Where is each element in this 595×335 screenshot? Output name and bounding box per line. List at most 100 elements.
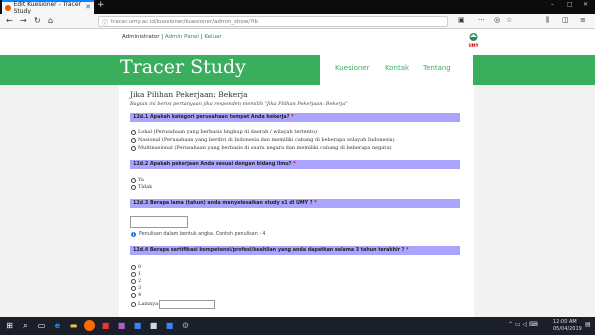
option-label: Nasional (Perusahaan yang berdiri di Ind… xyxy=(138,137,395,143)
site-brand[interactable]: Tracer Study xyxy=(120,56,246,78)
option-4[interactable]: 4 xyxy=(131,292,141,298)
admin-prefix: Administrator | xyxy=(122,34,165,40)
admin-links: Administrator | Admin Panel | Keluar xyxy=(122,34,222,40)
browser-toolbar: ← → ↻ ⌂ ⓘ tracer.umy.ac.id/kuesioner/kue… xyxy=(0,14,595,29)
hint-text: Penulisan dalam bentuk angka. Contoh pen… xyxy=(139,232,266,237)
info-icon: i xyxy=(131,232,136,237)
required-marker: * xyxy=(314,201,317,206)
option-0[interactable]: 0 xyxy=(131,264,141,270)
windows-start-icon[interactable]: ⊞ xyxy=(4,320,15,331)
question-label: 12d.4 Berapa sertifikasi kompetensi/prof… xyxy=(133,248,405,253)
required-marker: * xyxy=(291,115,294,120)
home-icon[interactable]: ⌂ xyxy=(48,16,53,25)
lainnya-input[interactable] xyxy=(159,300,215,309)
option-label: 2 xyxy=(138,278,142,284)
edge-icon[interactable]: e xyxy=(52,320,63,331)
section-description: Bagian ini berisi pertanyaan jika respon… xyxy=(130,101,348,107)
windows-taskbar: ⊞ ⌕ ▭ e ▬ ■ ■ ■ ■ ■ ⚙ ⌃ ▭ ◁ ⌨ 12:00 AM 0… xyxy=(0,317,595,335)
study-duration-input[interactable] xyxy=(130,216,188,228)
option-label: 4 xyxy=(138,292,142,298)
task-view-icon[interactable]: ▭ xyxy=(36,320,47,331)
option-lokal[interactable]: Lokal (Perusahaan yang berbasis lingkup … xyxy=(131,129,317,135)
radio-button[interactable] xyxy=(131,271,136,277)
tab-close-icon[interactable]: ✕ xyxy=(85,3,91,11)
radio-button[interactable] xyxy=(131,278,136,284)
question-label: 12d.1 Apakah kategori perusahaan tempat … xyxy=(133,115,290,120)
option-1[interactable]: 1 xyxy=(131,271,141,277)
minimize-button[interactable]: – xyxy=(551,1,554,8)
new-tab-button[interactable]: + xyxy=(97,0,105,10)
browser-tab-strip: Edit Kuesioner - Tracer Study ✕ + – □ ✕ xyxy=(0,0,595,15)
logout-link[interactable]: Keluar xyxy=(204,34,221,40)
umy-logo: UMY xyxy=(467,32,480,52)
question-label: 12d.2 Apakah pekerjaan Anda sesuai denga… xyxy=(133,162,292,167)
back-arrow-icon[interactable]: ← xyxy=(6,16,13,25)
maximize-button[interactable]: □ xyxy=(567,1,573,8)
option-label: Ya xyxy=(138,177,144,183)
app-icon-purple[interactable]: ■ xyxy=(116,320,127,331)
section-title: Jika Pilihan Pekerjaan: Bekerja xyxy=(130,90,248,99)
question-header-12d1: 12d.1 Apakah kategori perusahaan tempat … xyxy=(130,113,460,122)
menu-kontak[interactable]: Kontak xyxy=(385,64,409,72)
option-3[interactable]: 3 xyxy=(131,285,141,291)
reader-view-icon[interactable]: ▣ xyxy=(458,16,465,24)
option-label: Tidak xyxy=(138,184,153,190)
page-top xyxy=(0,29,595,55)
firefox-taskbar-icon[interactable] xyxy=(84,320,95,331)
option-nasional[interactable]: Nasional (Perusahaan yang berdiri di Ind… xyxy=(131,137,395,143)
option-2[interactable]: 2 xyxy=(131,278,141,284)
menu-kuesioner[interactable]: Kuesioner xyxy=(335,64,369,72)
app-icon-grey[interactable]: ■ xyxy=(148,320,159,331)
radio-button[interactable] xyxy=(131,292,136,298)
option-ya[interactable]: Ya xyxy=(131,177,144,183)
question-header-12d2: 12d.2 Apakah pekerjaan Anda sesuai denga… xyxy=(130,160,460,169)
firefox-favicon-icon xyxy=(5,5,11,11)
option-tidak[interactable]: Tidak xyxy=(131,184,152,190)
hamburger-menu-icon[interactable]: ≡ xyxy=(580,16,586,24)
admin-panel-link[interactable]: Admin Panel xyxy=(165,34,199,40)
address-bar[interactable]: ⓘ tracer.umy.ac.id/kuesioner/kuesioner/a… xyxy=(98,16,448,27)
pocket-icon[interactable]: ◎ xyxy=(494,16,500,24)
radio-button[interactable] xyxy=(131,264,136,270)
radio-button[interactable] xyxy=(131,145,136,151)
header-bar xyxy=(0,55,595,85)
app-icon-blue[interactable]: ■ xyxy=(164,320,175,331)
reload-icon[interactable]: ↻ xyxy=(34,16,41,25)
browser-tab[interactable]: Edit Kuesioner - Tracer Study ✕ xyxy=(2,0,94,15)
option-lainnya[interactable]: Lainnya: xyxy=(131,301,160,307)
app-icon-red[interactable]: ■ xyxy=(100,320,111,331)
tab-title: Edit Kuesioner - Tracer Study xyxy=(13,1,82,15)
radio-button[interactable] xyxy=(131,285,136,291)
notification-icon[interactable]: ▤ xyxy=(585,321,591,328)
url-text: tracer.umy.ac.id/kuesioner/kuesioner/adm… xyxy=(111,19,259,25)
radio-button[interactable] xyxy=(131,301,136,307)
menu-tentang[interactable]: Tentang xyxy=(423,64,451,72)
option-label: 3 xyxy=(138,285,142,291)
library-icon[interactable]: ⫼ xyxy=(546,16,549,25)
radio-button[interactable] xyxy=(131,129,136,135)
question-label: 12d.3 Berapa lama (tahun) anda menyelesa… xyxy=(133,201,313,206)
word-icon[interactable]: ■ xyxy=(132,320,143,331)
option-label: 1 xyxy=(138,271,142,277)
input-hint: i Penulisan dalam bentuk angka. Contoh p… xyxy=(131,232,266,237)
clock-time[interactable]: 12:00 AM xyxy=(553,319,577,325)
app-icon-gear[interactable]: ⚙ xyxy=(180,320,191,331)
clock-date[interactable]: 05/04/2019 xyxy=(553,326,582,332)
page-actions-icon[interactable]: ··· xyxy=(478,16,485,24)
umy-logo-text: UMY xyxy=(468,43,479,48)
forward-arrow-icon[interactable]: → xyxy=(20,16,27,25)
question-header-12d4: 12d.4 Berapa sertifikasi kompetensi/prof… xyxy=(130,246,460,255)
radio-button[interactable] xyxy=(131,184,136,190)
bookmark-star-icon[interactable]: ☆ xyxy=(506,16,512,24)
option-label: 0 xyxy=(138,264,142,270)
file-explorer-icon[interactable]: ▬ xyxy=(68,320,79,331)
tray-icons[interactable]: ⌃ ▭ ◁ ⌨ xyxy=(508,321,538,328)
close-window-button[interactable]: ✕ xyxy=(583,1,588,8)
option-multinasional[interactable]: Multinasional (Perusahaan yang berbasis … xyxy=(131,145,392,151)
info-icon: ⓘ xyxy=(102,20,109,27)
sidebar-icon[interactable]: ◫ xyxy=(562,16,569,24)
radio-button[interactable] xyxy=(131,177,136,183)
search-icon[interactable]: ⌕ xyxy=(20,320,31,331)
radio-button[interactable] xyxy=(131,137,136,143)
required-marker: * xyxy=(293,162,296,167)
